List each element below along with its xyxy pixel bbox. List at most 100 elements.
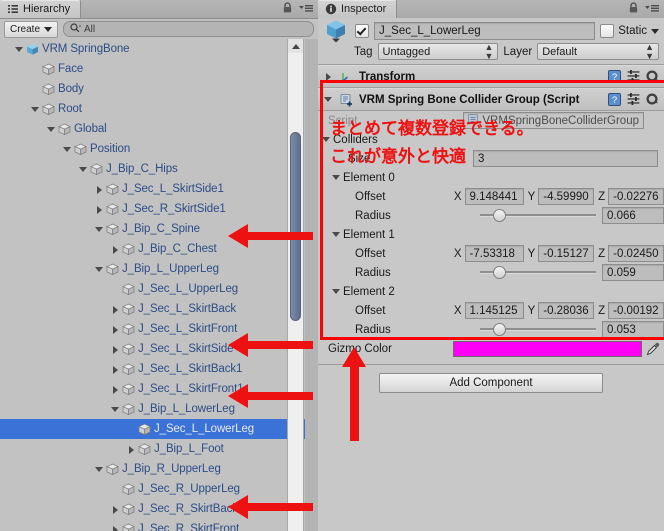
hierarchy-item-j-bip-r-upperleg[interactable]: J_Bip_R_UpperLeg [0, 459, 318, 479]
static-checkbox[interactable] [600, 24, 615, 38]
radius-input[interactable]: 0.053 [602, 321, 664, 338]
gameobject-enabled-checkbox[interactable] [355, 24, 369, 38]
foldout-open-icon[interactable] [78, 164, 89, 175]
foldout-closed-icon[interactable] [94, 184, 105, 195]
hierarchy-item-j-bip-c-spine[interactable]: J_Bip_C_Spine [0, 219, 318, 239]
offset-x-input[interactable]: -7.53318 [464, 245, 524, 262]
panel-menu-icon[interactable] [299, 2, 313, 16]
property-colliders[interactable]: Colliders [318, 130, 664, 149]
foldout-open-icon[interactable] [94, 464, 105, 475]
help-icon[interactable]: ? [608, 69, 622, 84]
help-icon[interactable]: ? [608, 92, 622, 107]
foldout-closed-icon[interactable] [110, 384, 121, 395]
foldout-open-icon[interactable] [110, 404, 121, 415]
add-component-button[interactable]: Add Component [379, 373, 603, 393]
offset-x-input[interactable]: 9.148441 [464, 188, 524, 205]
foldout-closed-icon[interactable] [110, 304, 121, 315]
hierarchy-item-j-sec-l-skirtfront1[interactable]: J_Sec_L_SkirtFront1 [0, 379, 318, 399]
radius-slider-knob[interactable] [492, 323, 506, 336]
hierarchy-item-j-sec-r-skirtfront[interactable]: J_Sec_R_SkirtFront [0, 519, 318, 531]
hierarchy-item-j-bip-l-foot[interactable]: J_Bip_L_Foot [0, 439, 318, 459]
layer-dropdown[interactable]: Default ▲ ▼ [537, 42, 659, 60]
foldout-open-icon[interactable] [62, 144, 73, 155]
foldout-open-icon[interactable] [94, 264, 105, 275]
hierarchy-item-j-sec-l-lowerleg[interactable]: J_Sec_L_LowerLeg [0, 419, 318, 439]
hierarchy-item-j-bip-l-lowerleg[interactable]: J_Bip_L_LowerLeg [0, 399, 318, 419]
hierarchy-item-vrm-springbone[interactable]: VRM SpringBone [0, 39, 318, 59]
hierarchy-scrollbar[interactable] [287, 39, 304, 531]
foldout-open-icon[interactable] [14, 44, 25, 55]
collider-element-header-0[interactable]: Element 0 [318, 168, 664, 187]
foldout-closed-icon[interactable] [110, 324, 121, 335]
lock-icon[interactable] [628, 2, 642, 16]
foldout-open-icon[interactable] [30, 104, 41, 115]
foldout-closed-icon[interactable] [110, 524, 121, 531]
tab-hierarchy[interactable]: Hierarchy [0, 0, 82, 18]
gameobject-name-field[interactable]: J_Sec_L_LowerLeg [374, 22, 596, 40]
hierarchy-item-j-sec-l-skirtfront[interactable]: J_Sec_L_SkirtFront [0, 319, 318, 339]
component-header-collider-group[interactable]: VRM Spring Bone Collider Group (Script ? [318, 88, 664, 111]
offset-y-input[interactable]: -4.59990 [538, 188, 595, 205]
radius-input[interactable]: 0.059 [602, 264, 664, 281]
scroll-up-arrow-icon[interactable] [288, 39, 303, 53]
hierarchy-scroll-thumb[interactable] [290, 132, 301, 321]
foldout-closed-icon[interactable] [110, 504, 121, 515]
hierarchy-item-j-sec-r-skirtside1[interactable]: J_Sec_R_SkirtSide1 [0, 199, 318, 219]
radius-slider[interactable] [480, 265, 596, 280]
transform-foldout-icon[interactable] [323, 71, 334, 82]
foldout-closed-icon[interactable] [110, 244, 121, 255]
colliders-foldout-icon[interactable] [321, 134, 332, 145]
hierarchy-item-position[interactable]: Position [0, 139, 318, 159]
offset-z-input[interactable]: -0.00192 [608, 302, 664, 319]
foldout-open-icon[interactable] [94, 224, 105, 235]
preset-icon[interactable] [627, 92, 641, 107]
hierarchy-item-j-sec-l-skirtside[interactable]: J_Sec_L_SkirtSide [0, 339, 318, 359]
script-object-field[interactable]: VRMSpringBoneColliderGroup [463, 112, 644, 129]
hierarchy-item-j-sec-l-skirtback[interactable]: J_Sec_L_SkirtBack [0, 299, 318, 319]
element-foldout-icon[interactable] [331, 286, 342, 297]
collider-element-header-1[interactable]: Element 1 [318, 225, 664, 244]
hierarchy-item-j-sec-r-upperleg[interactable]: J_Sec_R_UpperLeg [0, 479, 318, 499]
hierarchy-item-body[interactable]: Body [0, 79, 318, 99]
foldout-closed-icon[interactable] [110, 364, 121, 375]
hierarchy-tree[interactable]: VRM SpringBone Face Body Root Global Position… [0, 39, 318, 531]
foldout-closed-icon[interactable] [126, 444, 137, 455]
component-header-transform[interactable]: Transform ? [318, 65, 664, 88]
lock-icon[interactable] [282, 2, 296, 16]
tab-inspector[interactable]: Inspector [318, 0, 398, 18]
foldout-open-icon[interactable] [46, 124, 57, 135]
hierarchy-item-j-sec-r-skirtback[interactable]: J_Sec_R_SkirtBack [0, 499, 318, 519]
hierarchy-item-j-sec-l-skirtback1[interactable]: J_Sec_L_SkirtBack1 [0, 359, 318, 379]
foldout-closed-icon[interactable] [110, 344, 121, 355]
preset-icon[interactable] [627, 69, 641, 84]
tag-dropdown[interactable]: Untagged ▲ ▼ [377, 42, 499, 60]
create-button[interactable]: Create [4, 20, 59, 38]
eyedropper-icon[interactable] [646, 342, 660, 356]
offset-y-input[interactable]: -0.28036 [538, 302, 595, 319]
hierarchy-item-global[interactable]: Global [0, 119, 318, 139]
search-input[interactable]: All [63, 21, 314, 37]
radius-slider[interactable] [480, 322, 596, 337]
gear-icon[interactable] [646, 92, 660, 107]
hierarchy-item-root[interactable]: Root [0, 99, 318, 119]
static-toggle[interactable]: Static [600, 24, 659, 38]
element-foldout-icon[interactable] [331, 229, 342, 240]
collider-group-foldout-icon[interactable] [323, 94, 334, 105]
offset-z-input[interactable]: -0.02450 [608, 245, 664, 262]
offset-y-input[interactable]: -0.15127 [538, 245, 595, 262]
hierarchy-item-j-bip-c-chest[interactable]: J_Bip_C_Chest [0, 239, 318, 259]
size-input[interactable]: 3 [473, 150, 658, 167]
panel-menu-icon[interactable] [645, 2, 659, 16]
offset-x-input[interactable]: 1.145125 [464, 302, 524, 319]
gear-icon[interactable] [646, 69, 660, 84]
foldout-closed-icon[interactable] [94, 204, 105, 215]
hierarchy-item-face[interactable]: Face [0, 59, 318, 79]
hierarchy-item-j-bip-l-upperleg[interactable]: J_Bip_L_UpperLeg [0, 259, 318, 279]
radius-slider-knob[interactable] [492, 266, 506, 279]
hierarchy-item-j-bip-c-hips[interactable]: J_Bip_C_Hips [0, 159, 318, 179]
radius-slider-knob[interactable] [492, 209, 506, 222]
element-foldout-icon[interactable] [331, 172, 342, 183]
radius-input[interactable]: 0.066 [602, 207, 664, 224]
collider-element-header-2[interactable]: Element 2 [318, 282, 664, 301]
offset-z-input[interactable]: -0.02276 [608, 188, 664, 205]
